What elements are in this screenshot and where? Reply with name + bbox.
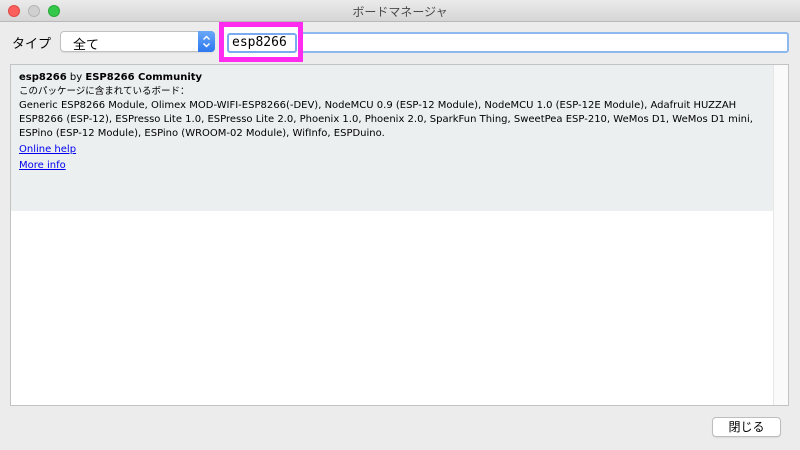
search-highlight-box: esp8266 — [219, 22, 303, 62]
package-list: esp8266 by ESP8266 Community このパッケージに含まれ… — [10, 64, 789, 406]
more-info-link[interactable]: More info — [19, 159, 66, 173]
title-bar: ボードマネージャ — [0, 0, 800, 22]
package-author: ESP8266 Community — [85, 72, 203, 83]
scrollbar[interactable] — [773, 65, 788, 405]
type-select[interactable]: 全て — [60, 31, 215, 53]
package-name: esp8266 — [19, 72, 67, 83]
package-entry[interactable]: esp8266 by ESP8266 Community このパッケージに含まれ… — [11, 65, 774, 211]
package-title-line: esp8266 by ESP8266 Community — [19, 71, 766, 85]
type-label: タイプ — [12, 37, 52, 52]
updown-chevron-icon — [198, 31, 215, 52]
boards-header: このパッケージに含まれているボード： — [19, 86, 190, 97]
search-input[interactable]: esp8266 — [227, 33, 297, 53]
close-button[interactable]: 閉じる — [712, 417, 781, 437]
type-select-value: 全て — [73, 38, 100, 53]
package-by: by — [69, 72, 83, 83]
search-input-field[interactable] — [300, 32, 789, 53]
window-title: ボードマネージャ — [352, 5, 448, 19]
boards-list: Generic ESP8266 Module, Olimex MOD-WIFI-… — [19, 100, 753, 139]
online-help-link[interactable]: Online help — [19, 143, 76, 157]
